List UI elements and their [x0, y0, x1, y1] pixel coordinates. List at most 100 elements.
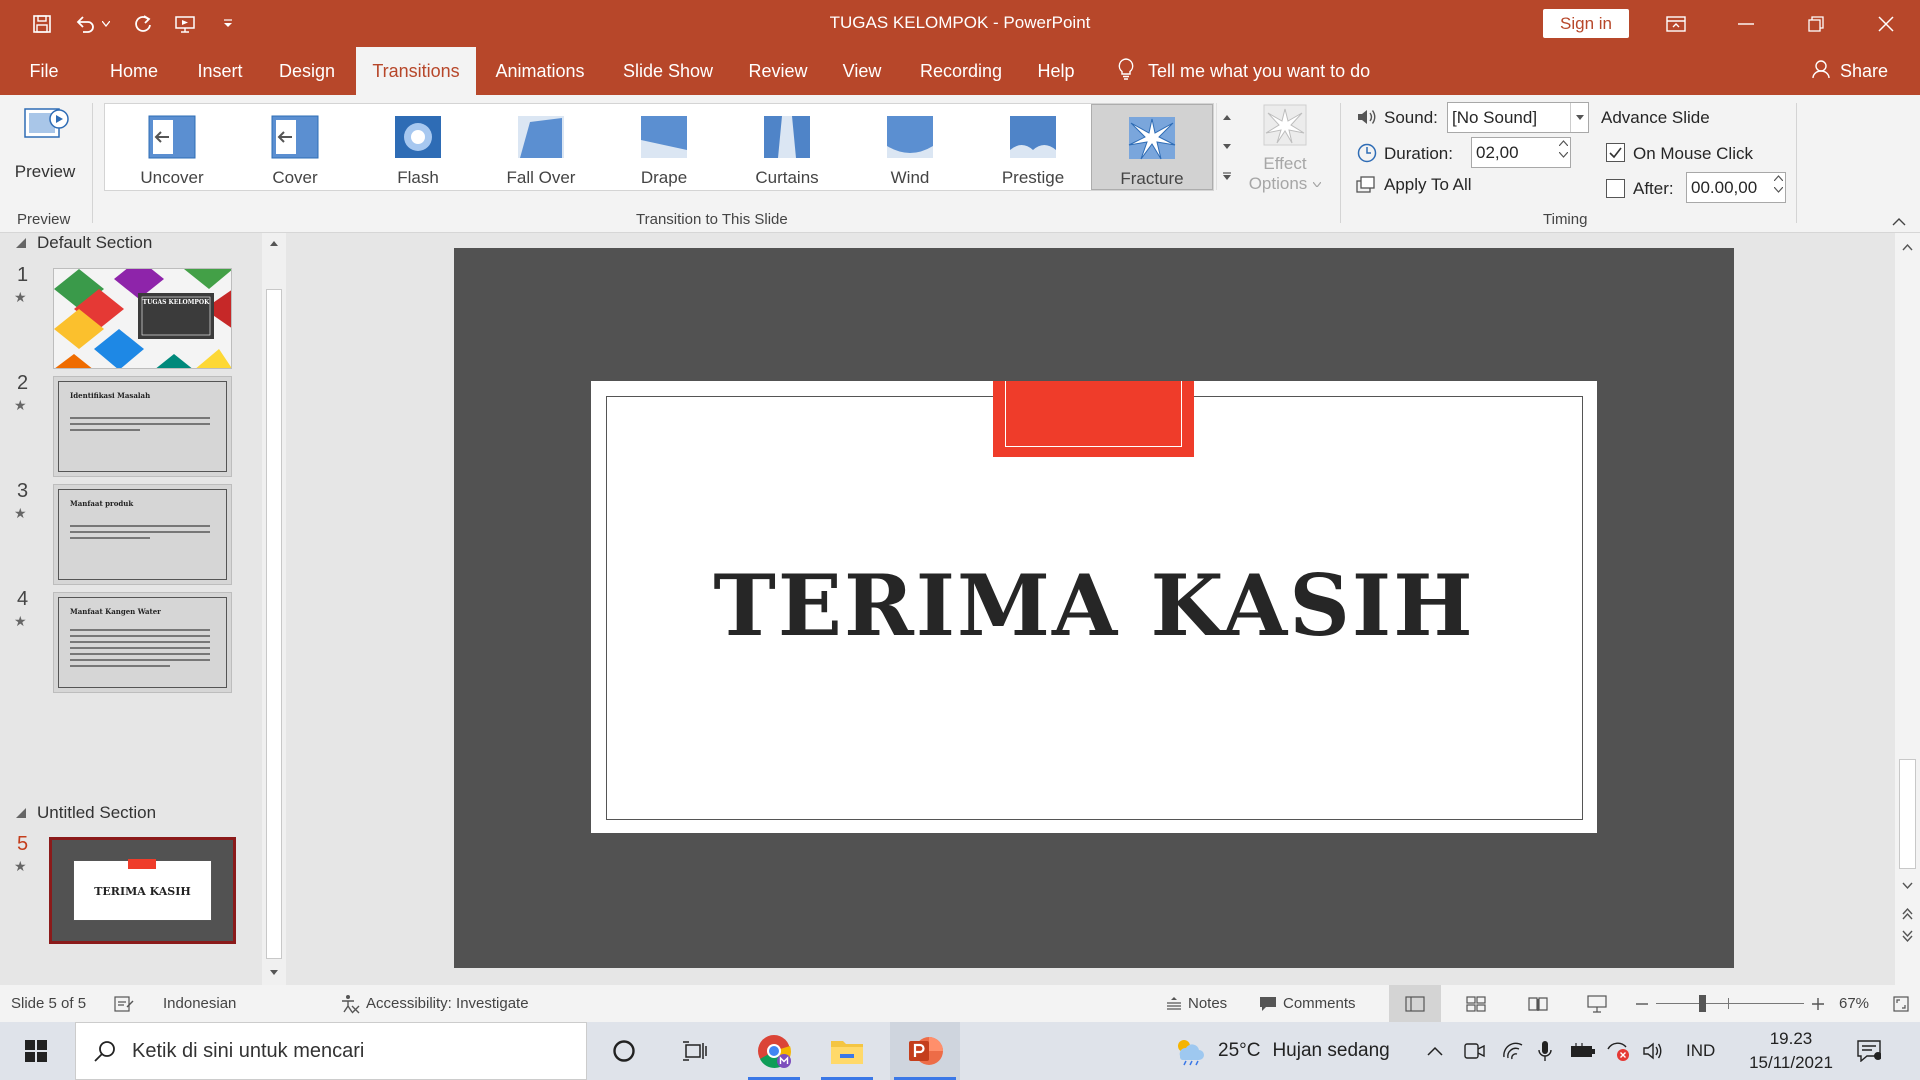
microphone-icon[interactable]	[1538, 1022, 1552, 1080]
gallery-scroll-down[interactable]	[1216, 132, 1236, 161]
reading-view-icon[interactable]	[1528, 985, 1548, 1022]
preview-button[interactable]: Preview	[8, 103, 82, 199]
tab-insert[interactable]: Insert	[182, 47, 258, 95]
accessibility-status[interactable]: Accessibility: Investigate	[340, 985, 529, 1022]
tab-file[interactable]: File	[18, 47, 70, 95]
meet-now-icon[interactable]	[1464, 1022, 1486, 1080]
collapse-ribbon-icon[interactable]	[1892, 213, 1906, 231]
tab-help[interactable]: Help	[1026, 47, 1086, 95]
tab-animations[interactable]: Animations	[486, 47, 594, 95]
transition-cover[interactable]: Cover	[234, 104, 356, 190]
weather-widget[interactable]: 25°C Hujan sedang	[1172, 1022, 1390, 1080]
transition-curtains[interactable]: Curtains	[726, 104, 848, 190]
windows-start-icon[interactable]	[16, 1022, 56, 1080]
transition-fracture[interactable]: Fracture	[1091, 104, 1213, 190]
clock[interactable]: 19.23 15/11/2021	[1736, 1022, 1846, 1080]
restore-icon[interactable]	[1786, 0, 1846, 47]
slide-title[interactable]: TERIMA KASIH	[591, 556, 1597, 655]
show-hidden-icons-chevron-icon[interactable]	[1427, 1022, 1443, 1080]
duration-spinner[interactable]	[1559, 140, 1568, 158]
gallery-more[interactable]	[1216, 161, 1236, 190]
normal-view-button[interactable]	[1389, 985, 1441, 1022]
tab-slide-show[interactable]: Slide Show	[612, 47, 724, 95]
zoom-out-icon[interactable]	[1636, 985, 1648, 1022]
scroll-thumb[interactable]	[266, 289, 282, 959]
section-default[interactable]: Default Section	[15, 233, 152, 253]
tab-view[interactable]: View	[828, 47, 896, 95]
apply-to-all-button[interactable]: Apply To All	[1356, 175, 1472, 195]
transition-prestige[interactable]: Prestige	[972, 104, 1094, 190]
scroll-up-icon[interactable]	[1895, 237, 1920, 257]
editor-scrollbar[interactable]	[1895, 233, 1920, 985]
language-indicator[interactable]: Indonesian	[163, 985, 236, 1022]
network-disconnected-icon[interactable]	[1606, 1022, 1630, 1080]
wifi-icon[interactable]	[1502, 1022, 1524, 1080]
transition-fall-over[interactable]: Fall Over	[480, 104, 602, 190]
input-language[interactable]: IND	[1686, 1022, 1715, 1080]
zoom-slider[interactable]	[1656, 985, 1804, 1022]
duration-input[interactable]: 02,00	[1471, 137, 1571, 168]
start-from-beginning-icon[interactable]	[172, 10, 198, 38]
notes-button[interactable]: Notes	[1166, 985, 1227, 1022]
spelling-icon[interactable]	[114, 985, 134, 1022]
share-button[interactable]: Share	[1812, 47, 1888, 95]
transition-flash[interactable]: Flash	[357, 104, 479, 190]
tab-design[interactable]: Design	[268, 47, 346, 95]
volume-icon[interactable]	[1642, 1022, 1664, 1080]
after-checkbox[interactable]	[1606, 179, 1625, 198]
task-view-icon[interactable]	[675, 1022, 715, 1080]
undo-dropdown-icon[interactable]	[100, 10, 112, 38]
tab-home[interactable]: Home	[96, 47, 172, 95]
slide-thumbnail-3[interactable]: Manfaat produk	[53, 484, 232, 585]
slide-thumbnail-4[interactable]: Manfaat Kangen Water	[53, 592, 232, 693]
zoom-level[interactable]: 67%	[1839, 985, 1869, 1022]
tab-transitions[interactable]: Transitions	[356, 47, 476, 95]
transition-wind[interactable]: Wind	[849, 104, 971, 190]
zoom-in-icon[interactable]	[1812, 985, 1824, 1022]
scroll-up-icon[interactable]	[262, 233, 286, 253]
fit-to-window-icon[interactable]	[1893, 985, 1909, 1022]
taskbar-search-box[interactable]: Ketik di sini untuk mencari	[75, 1022, 587, 1080]
after-spinner[interactable]	[1774, 175, 1783, 193]
undo-icon[interactable]	[72, 10, 98, 38]
ribbon-display-options-icon[interactable]	[1646, 0, 1706, 47]
slide-thumbnail-1[interactable]: TUGAS KELOMPOK	[53, 268, 232, 369]
cortana-icon[interactable]	[604, 1022, 644, 1080]
previous-slide-icon[interactable]	[1895, 904, 1920, 924]
file-explorer-icon[interactable]	[817, 1022, 877, 1080]
close-icon[interactable]	[1856, 0, 1916, 47]
effect-options-button[interactable]: Effect Options	[1240, 103, 1330, 203]
after-input[interactable]: 00.00,00	[1686, 172, 1786, 203]
slide-thumbnail-2[interactable]: Identifikasi Masalah	[53, 376, 232, 477]
scroll-thumb[interactable]	[1899, 759, 1916, 869]
chevron-down-icon[interactable]	[1570, 103, 1588, 132]
transition-uncover[interactable]: Uncover	[111, 104, 233, 190]
sound-select[interactable]: [No Sound]	[1447, 102, 1589, 133]
section-untitled[interactable]: Untitled Section	[15, 803, 156, 823]
scroll-down-icon[interactable]	[1895, 876, 1920, 896]
customize-toolbar-icon[interactable]	[218, 10, 238, 38]
on-mouse-click-checkbox[interactable]	[1606, 143, 1625, 162]
tab-review[interactable]: Review	[740, 47, 816, 95]
chrome-app-icon[interactable]	[744, 1022, 804, 1080]
battery-icon[interactable]	[1570, 1022, 1596, 1080]
slide-show-view-icon[interactable]	[1587, 985, 1607, 1022]
next-slide-icon[interactable]	[1895, 926, 1920, 946]
tell-me-search[interactable]: Tell me what you want to do	[1118, 47, 1370, 95]
redo-icon[interactable]	[130, 10, 156, 38]
notification-center-icon[interactable]	[1857, 1022, 1881, 1080]
slide-sorter-icon[interactable]	[1466, 985, 1486, 1022]
gallery-scroll-up[interactable]	[1216, 103, 1236, 132]
comments-button[interactable]: Comments	[1259, 985, 1356, 1022]
slide-panel-scrollbar[interactable]	[262, 233, 286, 985]
zoom-slider-thumb[interactable]	[1699, 995, 1706, 1012]
minimize-icon[interactable]	[1716, 0, 1776, 47]
save-icon[interactable]	[28, 10, 56, 38]
transition-drape[interactable]: Drape	[603, 104, 725, 190]
scroll-down-icon[interactable]	[262, 963, 286, 983]
sign-in-button[interactable]: Sign in	[1543, 9, 1629, 38]
powerpoint-app-icon[interactable]	[890, 1022, 960, 1080]
slide-thumbnail-5[interactable]: TERIMA KASIH	[49, 837, 236, 944]
slide-counter[interactable]: Slide 5 of 5	[11, 985, 86, 1022]
tab-recording[interactable]: Recording	[910, 47, 1012, 95]
